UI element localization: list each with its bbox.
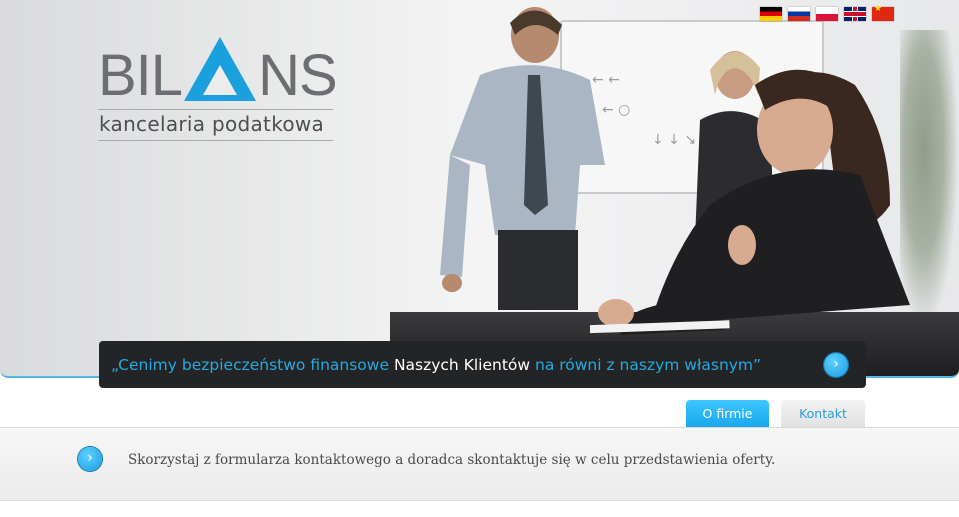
china-flag-icon[interactable] (872, 4, 894, 21)
quote-next-button[interactable]: › (824, 353, 848, 377)
info-text: Skorzystaj z formularza kontaktowego a d… (128, 452, 776, 468)
info-arrow-button[interactable]: › (78, 447, 102, 471)
chevron-right-icon: › (833, 356, 839, 372)
tab-contact[interactable]: Kontakt (781, 400, 865, 428)
logo-triangle-icon (184, 37, 257, 101)
hero-banner: ← ← ← ○ ↓ ↓ ↘ ★ BIL NS kancelaria podatk… (0, 0, 959, 378)
russia-flag-icon[interactable] (788, 7, 810, 21)
logo-text-bil: BIL (98, 43, 183, 108)
quote-highlight: Naszych Klientów (393, 355, 531, 374)
language-switcher (760, 4, 894, 21)
info-bar: › Skorzystaj z formularza kontaktowego a… (0, 427, 959, 501)
logo-wordmark: BIL NS (98, 35, 338, 105)
germany-flag-icon[interactable] (760, 7, 782, 21)
logo[interactable]: BIL NS kancelaria podatkowa (98, 35, 338, 141)
chevron-right-icon: › (87, 450, 93, 466)
man-figure-image (440, 7, 605, 310)
quote-bar: „Cenimy bezpieczeństwo finansowe Naszych… (99, 341, 866, 388)
quote-part2: na równi z naszym własnym” (530, 355, 762, 374)
tab-about-company[interactable]: O firmie (686, 400, 769, 428)
woman-seated-image (590, 69, 910, 335)
poland-flag-icon[interactable] (816, 7, 838, 21)
logo-subtitle: kancelaria podatkowa (98, 109, 333, 141)
quote-part1: „Cenimy bezpieczeństwo finansowe (111, 355, 394, 374)
uk-flag-icon[interactable] (844, 7, 866, 21)
quote-text: „Cenimy bezpieczeństwo finansowe Naszych… (111, 356, 761, 374)
logo-text-ns: NS (258, 43, 338, 108)
